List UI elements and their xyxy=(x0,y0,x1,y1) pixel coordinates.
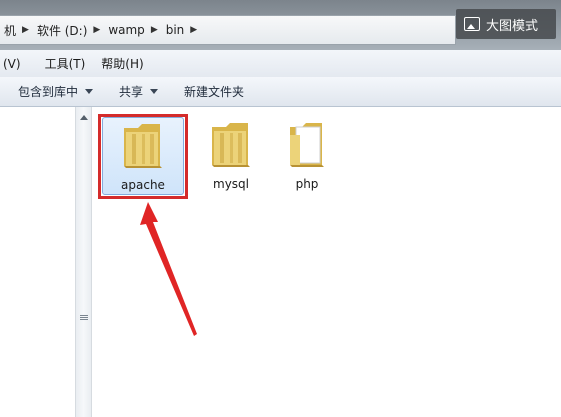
annotation-arrow xyxy=(140,202,197,336)
annotation-arrow-shape xyxy=(140,202,197,336)
